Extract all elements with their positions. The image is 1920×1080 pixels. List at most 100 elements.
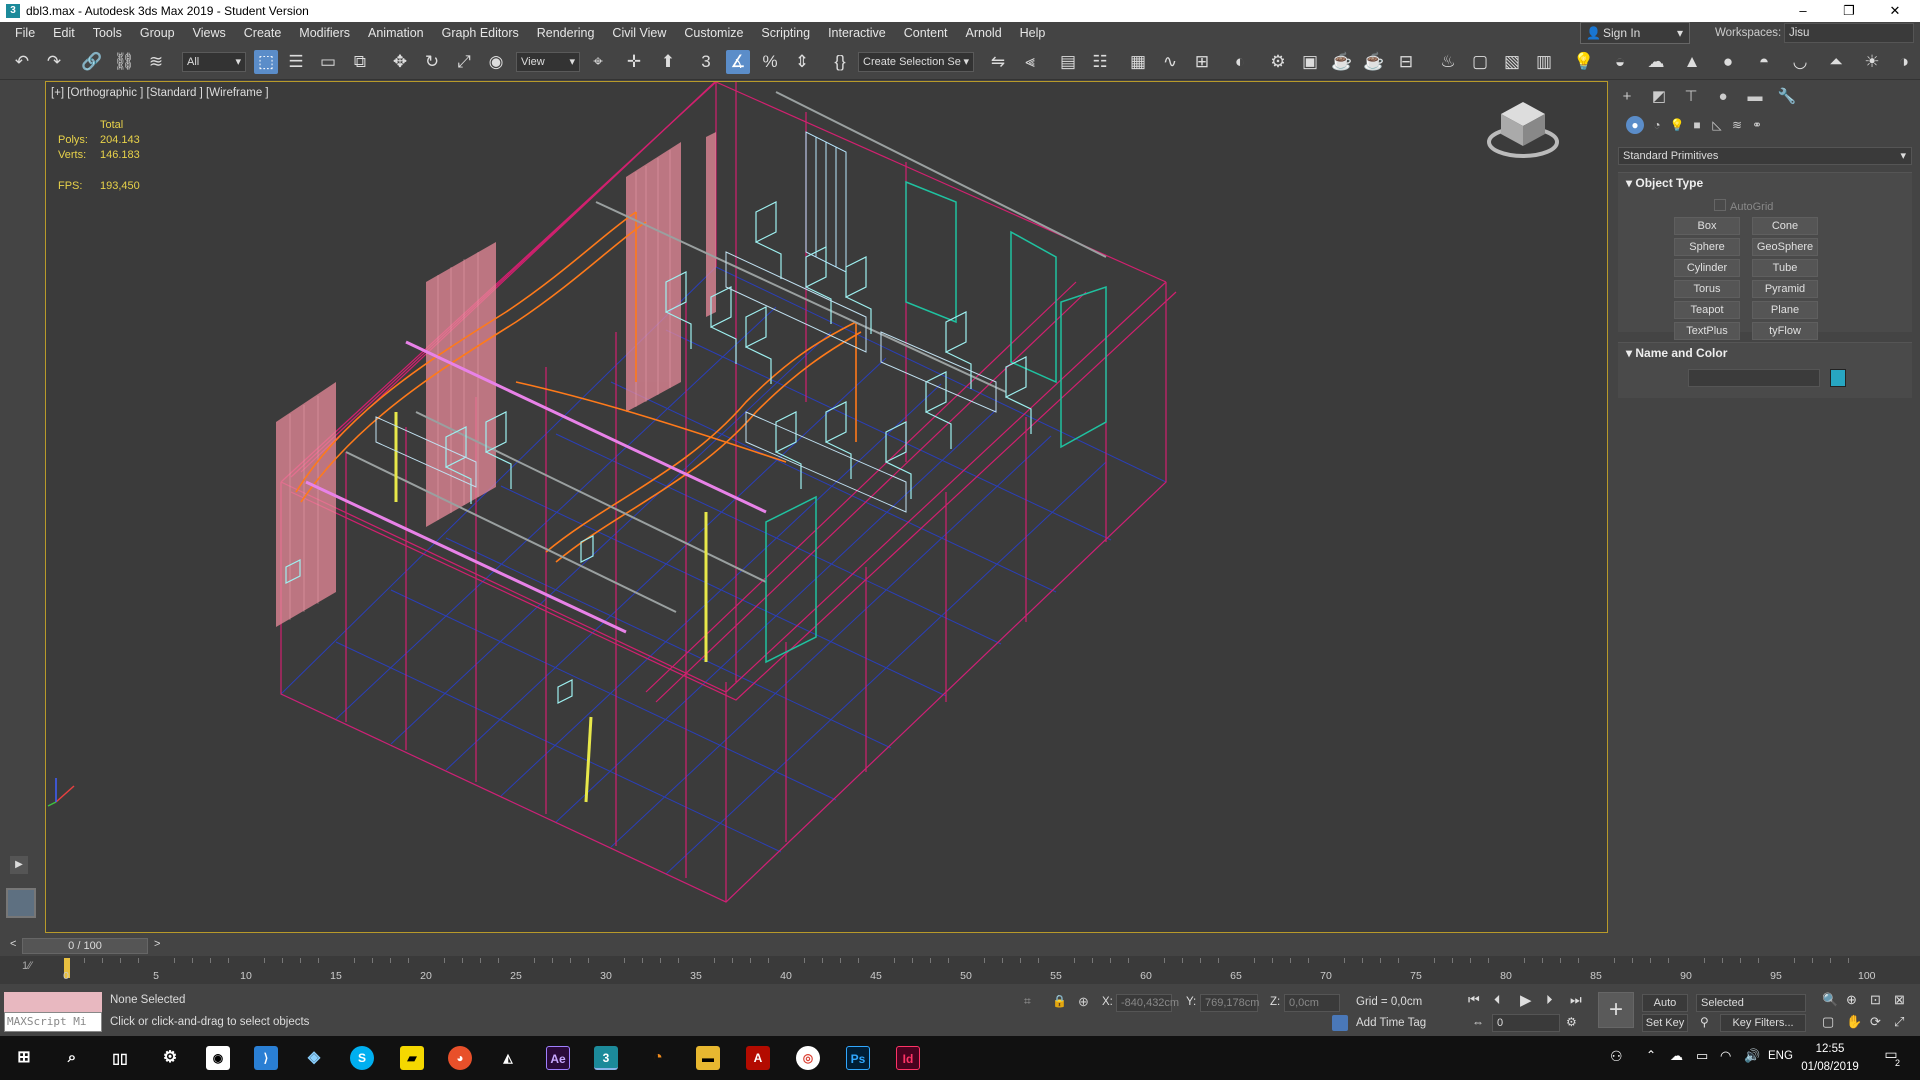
volume-icon[interactable]: 🔊 — [1744, 1048, 1760, 1064]
skype-icon[interactable]: S — [350, 1046, 374, 1070]
motion-tab-icon[interactable]: ● — [1712, 86, 1734, 108]
expand-layer-icon[interactable]: ▶ — [10, 856, 28, 874]
rotate-icon[interactable]: ↻ — [420, 50, 444, 74]
key-filters-icon[interactable]: ⚲ — [1700, 1015, 1709, 1029]
prev-frame-icon[interactable]: ⏴ — [1494, 992, 1501, 1008]
firefox-icon[interactable]: ◕ — [448, 1046, 472, 1070]
named-selection-dropdown[interactable]: Create Selection Se — [858, 52, 974, 72]
material-editor-icon[interactable]: ◐ — [1228, 50, 1252, 74]
workspace-dropdown[interactable]: Jisu — [1784, 23, 1914, 43]
cone-light-icon[interactable]: ⏶ — [1824, 50, 1848, 74]
windows-start-icon[interactable]: ⊞ — [12, 1046, 36, 1070]
file-explorer-icon[interactable]: ▬ — [696, 1046, 720, 1070]
render-icon[interactable]: ☕ — [1330, 50, 1354, 74]
minimize-button[interactable]: – — [1780, 0, 1826, 22]
set-key-big-icon[interactable]: + — [1598, 992, 1634, 1028]
pyramid-button[interactable]: Pyramid — [1752, 280, 1818, 298]
primitive-category-dropdown[interactable]: Standard Primitives — [1618, 147, 1912, 165]
systems-category-icon[interactable]: ⚭ — [1748, 116, 1766, 134]
modify-tab-icon[interactable]: ◩ — [1648, 86, 1670, 108]
play-icon[interactable]: ▶ — [1520, 991, 1532, 1009]
plane-button[interactable]: Plane — [1752, 301, 1818, 319]
maximize-button[interactable]: ❐ — [1826, 0, 1872, 22]
object-name-input[interactable] — [1688, 369, 1820, 387]
select-by-name-icon[interactable]: ☰ — [284, 50, 308, 74]
menu-rendering[interactable]: Rendering — [528, 22, 604, 44]
onedrive-icon[interactable]: ☁ — [1670, 1048, 1683, 1064]
task-view-icon[interactable]: ▯▯ — [108, 1046, 132, 1070]
percent-snap-icon[interactable]: % — [758, 50, 782, 74]
menu-create[interactable]: Create — [235, 22, 291, 44]
pan-icon[interactable]: ✋ — [1846, 1014, 1862, 1030]
environment-icon[interactable]: ▧ — [1500, 50, 1524, 74]
viewport-layout-icon[interactable] — [6, 888, 36, 918]
3ds-max-taskbar-icon[interactable]: 3 — [594, 1046, 618, 1070]
schematic-view-icon[interactable]: ⊞ — [1190, 50, 1214, 74]
angle-snap-icon[interactable]: ∡ — [726, 50, 750, 74]
arnold-render-icon[interactable]: ▲ — [1680, 50, 1704, 74]
helpers-category-icon[interactable]: ◺ — [1708, 116, 1726, 134]
space-warps-category-icon[interactable]: ≋ — [1728, 116, 1746, 134]
search-icon[interactable]: ⌕ — [60, 1046, 84, 1070]
zoom-all-icon[interactable]: ⊕ — [1846, 992, 1857, 1008]
scene-explorer-icon[interactable]: ▤ — [1056, 50, 1080, 74]
current-frame-input[interactable]: 0 — [1492, 1014, 1560, 1032]
undo-icon[interactable]: ↶ — [10, 50, 34, 74]
viewport-orthographic[interactable]: [+] [Orthographic ] [Standard ] [Wirefra… — [45, 81, 1608, 933]
unlink-icon[interactable]: ⛓ — [112, 50, 136, 74]
selection-lock-icon[interactable]: 🔒 — [1052, 994, 1067, 1008]
render-setup-icon[interactable]: ⚙ — [1266, 50, 1290, 74]
shapes-category-icon[interactable]: ◔ — [1648, 116, 1666, 134]
zoom-extents-icon[interactable]: ⊡ — [1870, 992, 1881, 1008]
textplus-button[interactable]: TextPlus — [1674, 322, 1740, 340]
selection-filter-dropdown[interactable]: All — [182, 52, 246, 72]
time-slider[interactable]: < 0 / 100 > — [0, 936, 1920, 956]
spinner-snap-icon[interactable]: ⇕ — [790, 50, 814, 74]
maxscript-input[interactable]: MAXScript Mi — [4, 1012, 102, 1032]
chrome-icon[interactable]: ◎ — [796, 1046, 820, 1070]
viewcube-icon[interactable] — [1483, 94, 1563, 164]
mirror-icon[interactable]: ⇋ — [986, 50, 1010, 74]
goto-end-icon[interactable]: ⏭ — [1570, 992, 1582, 1008]
x-coordinate-input[interactable]: -840,432cm — [1116, 994, 1179, 1012]
edit-named-selection-icon[interactable]: {} — [828, 50, 852, 74]
render-activeshade-icon[interactable]: ⊟ — [1394, 50, 1418, 74]
name-and-color-header[interactable]: Name and Color — [1618, 343, 1912, 363]
sphere-light-icon[interactable]: ● — [1716, 50, 1740, 74]
key-mode-icon[interactable]: ⇔ — [1472, 1015, 1484, 1029]
z-coordinate-input[interactable]: 0,0cm — [1284, 994, 1340, 1012]
window-crossing-icon[interactable]: ⧉ — [348, 50, 372, 74]
create-tab-icon[interactable]: + — [1616, 86, 1638, 108]
place-icon[interactable]: ◉ — [484, 50, 508, 74]
sphere-button[interactable]: Sphere — [1674, 238, 1740, 256]
menu-help[interactable]: Help — [1011, 22, 1055, 44]
absolute-mode-icon[interactable]: ⊕ — [1078, 994, 1089, 1010]
utilities-tab-icon[interactable]: 🔧 — [1776, 86, 1798, 108]
key-filters-button[interactable]: Key Filters... — [1720, 1014, 1806, 1032]
teapot-render-icon[interactable]: ♨ — [1436, 50, 1460, 74]
render-iterative-icon[interactable]: ☕ — [1362, 50, 1386, 74]
field-of-view-icon[interactable]: ▢ — [1822, 1014, 1834, 1030]
menu-civil-view[interactable]: Civil View — [603, 22, 675, 44]
time-tag-icon[interactable] — [1332, 1015, 1348, 1031]
indesign-icon[interactable]: Id — [896, 1046, 920, 1070]
prev-frame-arrow-icon[interactable]: < — [10, 938, 16, 950]
menu-graph-editors[interactable]: Graph Editors — [433, 22, 528, 44]
hierarchy-tab-icon[interactable]: ⊤ — [1680, 86, 1702, 108]
wifi-icon[interactable]: ◠ — [1720, 1048, 1731, 1064]
light-lister-icon[interactable]: 💡 — [1572, 50, 1596, 74]
battery-icon[interactable]: ▭ — [1696, 1048, 1708, 1064]
people-icon[interactable]: ⚇ — [1610, 1048, 1623, 1065]
next-frame-arrow-icon[interactable]: > — [154, 938, 160, 950]
move-icon[interactable]: ✥ — [388, 50, 412, 74]
zoom-extents-all-icon[interactable]: ⊠ — [1894, 992, 1905, 1008]
cone-button[interactable]: Cone — [1752, 217, 1818, 235]
tray-expand-icon[interactable]: ⌃ — [1646, 1048, 1656, 1062]
visual-studio-code-icon[interactable]: ⟩ — [254, 1046, 278, 1070]
y-coordinate-input[interactable]: 769,178cm — [1200, 994, 1259, 1012]
ribbon-toggle-icon[interactable]: ▦ — [1126, 50, 1150, 74]
next-frame-icon[interactable]: ⏵ — [1546, 992, 1553, 1008]
blender-icon[interactable]: ◔ — [646, 1046, 670, 1070]
cameras-category-icon[interactable]: ■ — [1688, 116, 1706, 134]
settings-icon[interactable]: ⚙ — [158, 1046, 182, 1070]
